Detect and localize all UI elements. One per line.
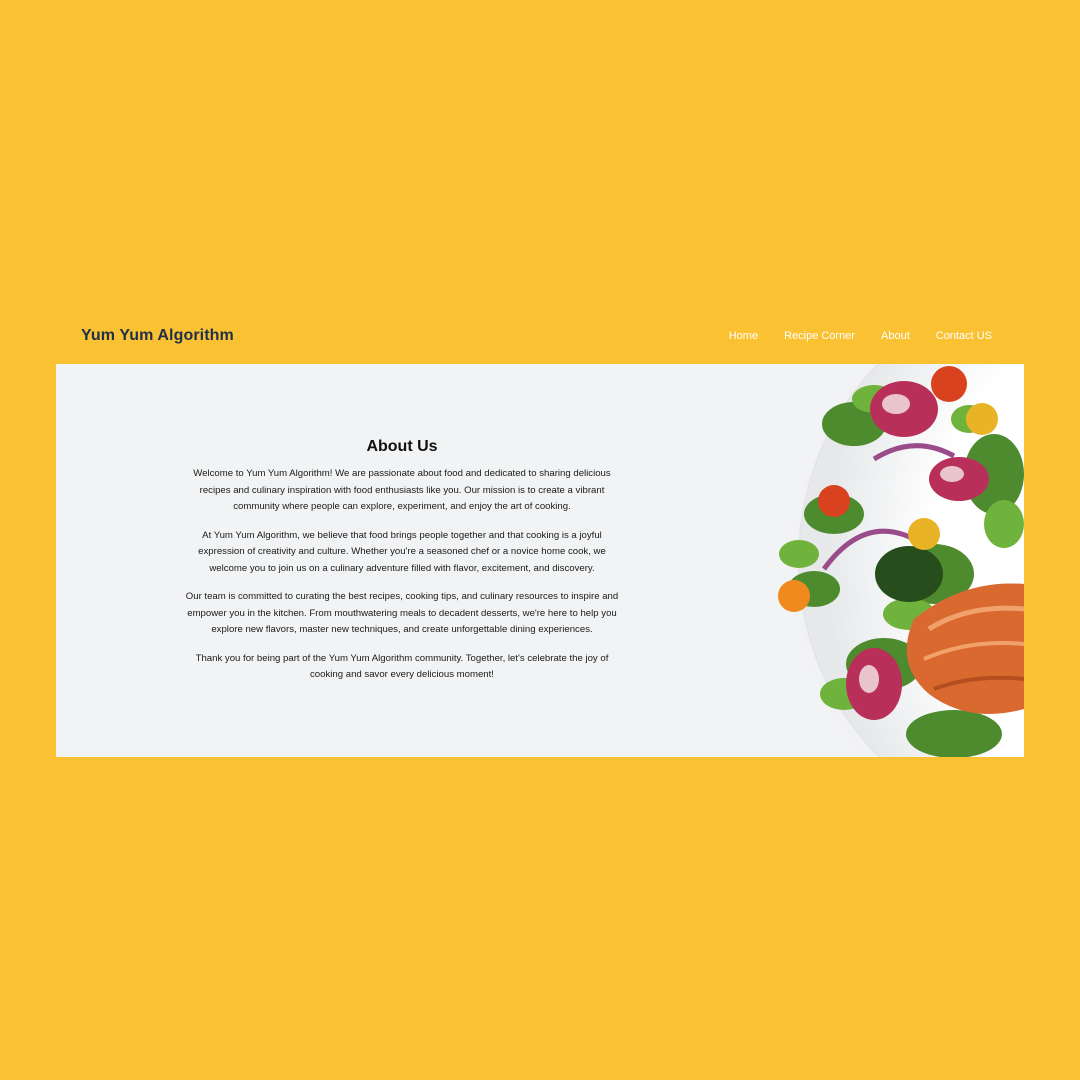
navbar: Yum Yum Algorithm Home Recipe Corner Abo…: [56, 318, 1024, 356]
about-paragraph-4: Thank you for being part of the Yum Yum …: [195, 652, 609, 681]
about-title: About Us: [366, 438, 438, 455]
about-paragraph-2: At Yum Yum Algorithm, we believe that fo…: [198, 529, 606, 574]
about-paragraph-1: Welcome to Yum Yum Algorithm! We are pas…: [193, 468, 611, 512]
about-panel: About Us Welcome to Yum Yum Algorithm! W…: [56, 364, 1024, 757]
nav-menu: Home Recipe Corner About Contact US: [729, 330, 992, 342]
salad-plate-image: [778, 364, 1024, 757]
about-paragraph-3: Our team is committed to curating the be…: [185, 591, 619, 635]
about-content: About Us Welcome to Yum Yum Algorithm! W…: [184, 438, 620, 696]
nav-home-link[interactable]: Home: [729, 330, 758, 342]
nav-contact-link[interactable]: Contact US: [936, 330, 992, 342]
site-logo-text[interactable]: Yum Yum Algorithm: [81, 327, 234, 345]
nav-recipe-corner-link[interactable]: Recipe Corner: [784, 330, 855, 342]
page: Yum Yum Algorithm Home Recipe Corner Abo…: [0, 0, 1080, 1080]
nav-about-link[interactable]: About: [881, 330, 910, 342]
